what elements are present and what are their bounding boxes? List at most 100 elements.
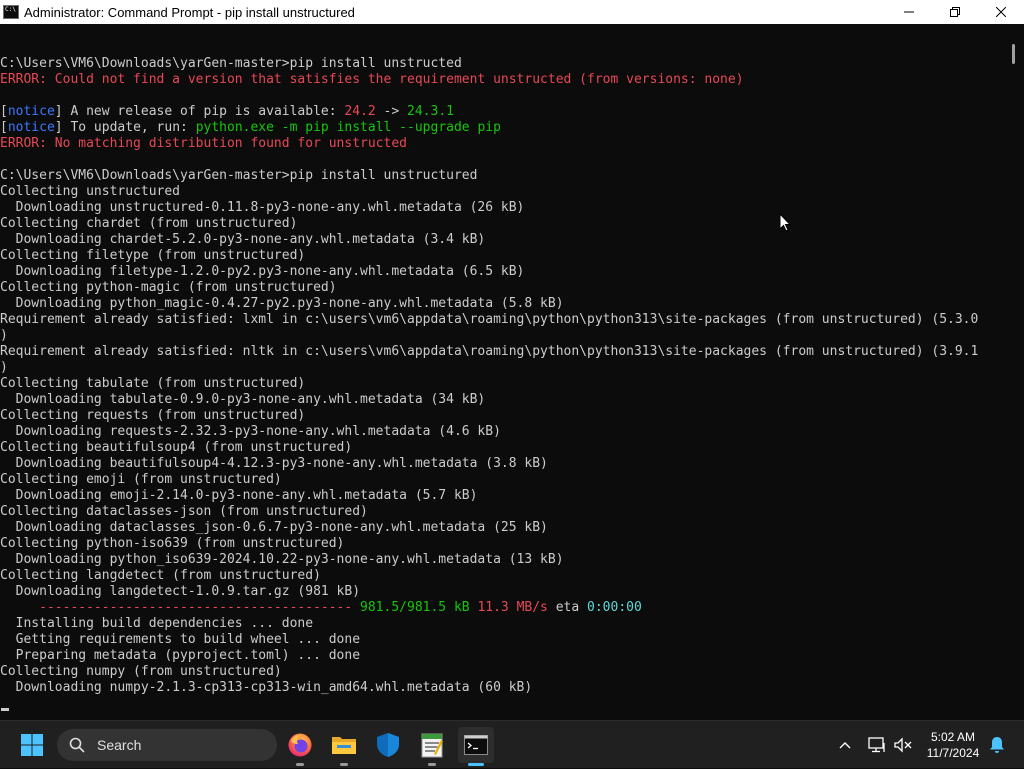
console-line: Collecting dataclasses-json (from unstru… [0,504,978,520]
console-line: Collecting beautifulsoup4 (from unstruct… [0,440,978,456]
clock-time: 5:02 AM [930,730,976,744]
taskbar-clock[interactable]: 5:02 AM 11/7/2024 [920,729,986,761]
maximize-button[interactable] [932,0,978,24]
volume-button[interactable] [892,721,914,769]
window-title: Administrator: Command Prompt - pip inst… [24,4,355,20]
taskbar-file-explorer[interactable] [326,727,362,766]
console-text: Downloading langdetect-1.0.9.tar.gz (981… [0,584,361,599]
console-text: -> [375,104,408,119]
console-line: Downloading numpy-2.1.3-cp313-cp313-win_… [0,680,978,696]
console-line: Collecting emoji (from unstructured) [0,472,978,488]
console-text: Downloading unstructured-0.11.8-py3-none… [0,200,525,215]
console-line: Downloading chardet-5.2.0-py3-none-any.w… [0,232,978,248]
command-prompt-icon: C:\ [3,5,19,19]
console-text: Downloading emoji-2.14.0-py3-none-any.wh… [0,488,478,503]
console-line: [notice] To update, run: python.exe -m p… [0,120,978,136]
console-text: C:\Users\VM6\Downloads\yarGen-master>pip… [0,168,478,183]
taskbar-search-box[interactable]: Search [57,729,277,761]
console-text: Collecting numpy (from unstructured) [0,664,282,679]
close-button[interactable] [978,0,1024,24]
console-line: Collecting filetype (from unstructured) [0,248,978,264]
console-text: Collecting dataclasses-json (from unstru… [0,504,368,519]
console-text: Downloading numpy-2.1.3-cp313-cp313-win_… [0,680,533,695]
console-text: Requirement already satisfied: lxml in c… [0,312,979,327]
console-line: Downloading langdetect-1.0.9.tar.gz (981… [0,584,978,600]
taskbar-defender[interactable] [370,727,406,763]
console-line: Downloading python_magic-0.4.27-py2.py3-… [0,296,978,312]
console-line: Downloading beautifulsoup4-4.12.3-py3-no… [0,456,978,472]
console-text: ] To update, run: [54,120,196,135]
console-text: [ [0,120,8,135]
clock-date: 11/7/2024 [926,746,980,760]
console-line: Downloading filetype-1.2.0-py2.py3-none-… [0,264,978,280]
console-text: 24.3.1 [407,104,454,119]
console-text: Collecting tabulate (from unstructured) [0,376,306,391]
console-text: Downloading requests-2.32.3-py3-none-any… [0,424,501,439]
console-line: Getting requirements to build wheel ... … [0,632,978,648]
show-hidden-icons-button[interactable] [834,721,856,769]
console-text: ERROR: No matching distribution found fo… [0,136,407,151]
console-line: Collecting requests (from unstructured) [0,408,978,424]
console-line: ----------------------------------------… [0,600,978,616]
network-icon [868,737,885,753]
console-line: Downloading dataclasses_json-0.6.7-py3-n… [0,520,978,536]
console-text: 981.5/981.5 kB [360,600,470,615]
vertical-scrollbar[interactable] [1004,24,1024,720]
window-controls [886,0,1024,24]
firefox-icon [288,733,312,757]
console-text: eta [547,600,588,615]
notifications-button[interactable] [986,721,1008,769]
title-bar[interactable]: C:\ Administrator: Command Prompt - pip … [0,0,1024,24]
console-text: ---------------------------------------- [0,600,361,615]
console-text: Preparing metadata (pyproject.toml) ... … [0,648,361,663]
running-indicator [340,763,348,766]
minimize-button[interactable] [886,0,932,24]
taskbar: Search 5:02 AM 11/7/2024 [0,720,1024,768]
taskbar-firefox[interactable] [282,727,318,766]
console-text: Getting requirements to build wheel ... … [0,632,361,647]
console-line: Collecting chardet (from unstructured) [0,216,978,232]
network-button[interactable] [866,721,888,769]
console-line: Preparing metadata (pyproject.toml) ... … [0,648,978,664]
console-text: Downloading dataclasses_json-0.6.7-py3-n… [0,520,548,535]
taskbar-command-prompt[interactable] [458,727,494,766]
search-placeholder: Search [97,737,142,753]
console-text: notice [7,120,55,135]
start-button[interactable] [14,727,50,763]
console-text: Downloading python_iso639-2024.10.22-py3… [0,552,564,567]
restore-icon [950,7,960,17]
console-line: Installing build dependencies ... done [0,616,978,632]
shield-icon [377,733,399,757]
console-line: C:\Users\VM6\Downloads\yarGen-master>pip… [0,56,978,72]
console-lines: C:\Users\VM6\Downloads\yarGen-master>pip… [0,56,978,696]
console-text: Installing build dependencies ... done [0,616,314,631]
console-line: ERROR: No matching distribution found fo… [0,136,978,152]
search-icon [69,737,85,753]
scrollbar-thumb[interactable] [1012,44,1015,64]
bell-icon [990,737,1004,753]
command-prompt-icon [464,735,488,755]
console-line: ERROR: Could not find a version that sat… [0,72,978,88]
console-text: Collecting beautifulsoup4 (from unstruct… [0,440,353,455]
console-text: Collecting langdetect (from unstructured… [0,568,321,583]
console-line: Collecting python-magic (from unstructur… [0,280,978,296]
console-line: Collecting unstructured [0,184,978,200]
folder-icon [332,737,356,754]
console-text: Collecting chardet (from unstructured) [0,216,298,231]
console-line: Collecting python-iso639 (from unstructu… [0,536,978,552]
console-text: Collecting unstructured [0,184,181,199]
console-line: Downloading emoji-2.14.0-py3-none-any.wh… [0,488,978,504]
text-cursor [1,708,9,711]
console-line: Downloading tabulate-0.9.0-py3-none-any.… [0,392,978,408]
console-text: Downloading chardet-5.2.0-py3-none-any.w… [0,232,486,247]
app-icon-text: C:\ [5,6,16,13]
minimize-icon [904,11,914,13]
console-output[interactable]: C:\Users\VM6\Downloads\yarGen-master>pip… [0,24,1004,720]
console-text: Requirement already satisfied: nltk in c… [0,344,979,359]
console-text: Collecting emoji (from unstructured) [0,472,282,487]
console-text: notice [7,104,55,119]
console-line: Collecting langdetect (from unstructured… [0,568,978,584]
taskbar-notepad[interactable] [414,727,450,766]
